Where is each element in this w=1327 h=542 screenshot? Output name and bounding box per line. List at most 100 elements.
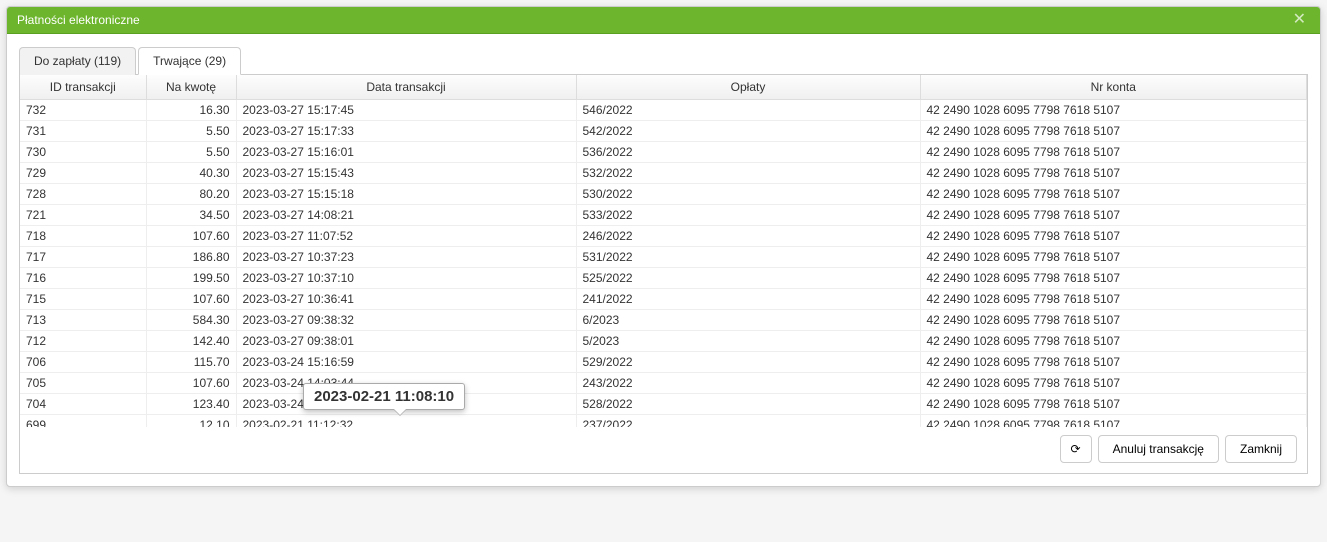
cell-account: 42 2490 1028 6095 7798 7618 5107 (920, 394, 1307, 415)
cell-amount: 123.40 (146, 394, 236, 415)
col-header-amount[interactable]: Na kwotę (146, 75, 236, 100)
transactions-grid[interactable]: ID transakcji Na kwotę Data transakcji O… (20, 75, 1307, 427)
tab-to-pay[interactable]: Do zapłaty (119) (19, 47, 136, 75)
cell-fees: 5/2023 (576, 331, 920, 352)
cell-id: 731 (20, 121, 146, 142)
cell-date: 2023-02-21 11:12:32 (236, 415, 576, 428)
cell-fees: 525/2022 (576, 268, 920, 289)
cell-account: 42 2490 1028 6095 7798 7618 5107 (920, 163, 1307, 184)
cell-id: 729 (20, 163, 146, 184)
cell-date: 2023-03-27 10:36:41 (236, 289, 576, 310)
footer-bar: ⟳ Anuluj transakcję Zamknij (20, 427, 1307, 467)
table-row[interactable]: 69912.102023-02-21 11:12:32237/202242 24… (20, 415, 1307, 428)
cell-date: 2023-03-27 15:17:33 (236, 121, 576, 142)
cell-amount: 16.30 (146, 100, 236, 121)
refresh-button[interactable]: ⟳ (1060, 435, 1092, 463)
close-icon[interactable]: ✕ (1289, 12, 1310, 28)
cancel-transaction-button[interactable]: Anuluj transakcję (1098, 435, 1219, 463)
grid-header-row: ID transakcji Na kwotę Data transakcji O… (20, 75, 1307, 100)
table-row[interactable]: 7305.502023-03-27 15:16:01536/202242 249… (20, 142, 1307, 163)
cell-account: 42 2490 1028 6095 7798 7618 5107 (920, 226, 1307, 247)
cell-date: 2023-03-27 15:15:43 (236, 163, 576, 184)
cell-amount: 107.60 (146, 373, 236, 394)
cell-date: 2023-03-27 14:08:21 (236, 205, 576, 226)
cell-amount: 115.70 (146, 352, 236, 373)
col-header-fees[interactable]: Opłaty (576, 75, 920, 100)
cell-account: 42 2490 1028 6095 7798 7618 5107 (920, 352, 1307, 373)
cell-account: 42 2490 1028 6095 7798 7618 5107 (920, 142, 1307, 163)
tab-ongoing[interactable]: Trwające (29) (138, 47, 241, 75)
cell-amount: 584.30 (146, 310, 236, 331)
table-row[interactable]: 705107.602023-03-24 14:03:44243/202242 2… (20, 373, 1307, 394)
cell-date: 2023-03-27 15:17:45 (236, 100, 576, 121)
table-row[interactable]: 706115.702023-03-24 15:16:59529/202242 2… (20, 352, 1307, 373)
cell-fees: 536/2022 (576, 142, 920, 163)
cell-account: 42 2490 1028 6095 7798 7618 5107 (920, 247, 1307, 268)
cell-fees: 528/2022 (576, 394, 920, 415)
window-content: Do zapłaty (119) Trwające (29) ID transa… (7, 34, 1320, 486)
cell-id: 718 (20, 226, 146, 247)
cell-id: 713 (20, 310, 146, 331)
cell-account: 42 2490 1028 6095 7798 7618 5107 (920, 373, 1307, 394)
cell-account: 42 2490 1028 6095 7798 7618 5107 (920, 121, 1307, 142)
table-row[interactable]: 715107.602023-03-27 10:36:41241/202242 2… (20, 289, 1307, 310)
window-title: Płatności elektroniczne (17, 13, 140, 27)
cell-date: 2023-03-27 10:37:23 (236, 247, 576, 268)
col-header-id[interactable]: ID transakcji (20, 75, 146, 100)
cell-id: 705 (20, 373, 146, 394)
table-row[interactable]: 72134.502023-03-27 14:08:21533/202242 24… (20, 205, 1307, 226)
col-header-account[interactable]: Nr konta (920, 75, 1307, 100)
cell-date: 2023-03-27 11:07:52 (236, 226, 576, 247)
table-row[interactable]: 704123.402023-03-24 14:01:58528/202242 2… (20, 394, 1307, 415)
cell-date: 2023-03-24 14:03:44 (236, 373, 576, 394)
cell-id: 706 (20, 352, 146, 373)
cell-id: 717 (20, 247, 146, 268)
cell-amount: 80.20 (146, 184, 236, 205)
cell-account: 42 2490 1028 6095 7798 7618 5107 (920, 310, 1307, 331)
table-row[interactable]: 713584.302023-03-27 09:38:326/202342 249… (20, 310, 1307, 331)
cell-fees: 241/2022 (576, 289, 920, 310)
cell-date: 2023-03-27 15:16:01 (236, 142, 576, 163)
cell-date: 2023-03-27 09:38:32 (236, 310, 576, 331)
table-row[interactable]: 73216.302023-03-27 15:17:45546/202242 24… (20, 100, 1307, 121)
cell-fees: 531/2022 (576, 247, 920, 268)
table-row[interactable]: 712142.402023-03-27 09:38:015/202342 249… (20, 331, 1307, 352)
cell-fees: 542/2022 (576, 121, 920, 142)
cell-account: 42 2490 1028 6095 7798 7618 5107 (920, 100, 1307, 121)
table-row[interactable]: 72880.202023-03-27 15:15:18530/202242 24… (20, 184, 1307, 205)
cell-amount: 12.10 (146, 415, 236, 428)
cell-amount: 40.30 (146, 163, 236, 184)
cell-amount: 5.50 (146, 142, 236, 163)
cell-account: 42 2490 1028 6095 7798 7618 5107 (920, 289, 1307, 310)
cell-account: 42 2490 1028 6095 7798 7618 5107 (920, 331, 1307, 352)
cell-fees: 6/2023 (576, 310, 920, 331)
cell-fees: 546/2022 (576, 100, 920, 121)
cell-id: 716 (20, 268, 146, 289)
close-button[interactable]: Zamknij (1225, 435, 1297, 463)
cell-amount: 107.60 (146, 226, 236, 247)
cell-fees: 237/2022 (576, 415, 920, 428)
cell-date: 2023-03-27 09:38:01 (236, 331, 576, 352)
cell-fees: 530/2022 (576, 184, 920, 205)
payments-window: Płatności elektroniczne ✕ Do zapłaty (11… (6, 6, 1321, 487)
table-row[interactable]: 72940.302023-03-27 15:15:43532/202242 24… (20, 163, 1307, 184)
cell-amount: 186.80 (146, 247, 236, 268)
cell-date: 2023-03-24 15:16:59 (236, 352, 576, 373)
table-row[interactable]: 718107.602023-03-27 11:07:52246/202242 2… (20, 226, 1307, 247)
refresh-icon: ⟳ (1071, 442, 1081, 456)
col-header-date[interactable]: Data transakcji (236, 75, 576, 100)
tab-strip: Do zapłaty (119) Trwające (29) (19, 46, 1308, 75)
table-row[interactable]: 7315.502023-03-27 15:17:33542/202242 249… (20, 121, 1307, 142)
cell-fees: 533/2022 (576, 205, 920, 226)
cell-id: 699 (20, 415, 146, 428)
table-row[interactable]: 716199.502023-03-27 10:37:10525/202242 2… (20, 268, 1307, 289)
cell-account: 42 2490 1028 6095 7798 7618 5107 (920, 184, 1307, 205)
cell-date: 2023-03-27 15:15:18 (236, 184, 576, 205)
table-row[interactable]: 717186.802023-03-27 10:37:23531/202242 2… (20, 247, 1307, 268)
titlebar[interactable]: Płatności elektroniczne ✕ (7, 7, 1320, 34)
cell-id: 704 (20, 394, 146, 415)
cell-id: 728 (20, 184, 146, 205)
cell-amount: 107.60 (146, 289, 236, 310)
cell-fees: 246/2022 (576, 226, 920, 247)
cell-amount: 34.50 (146, 205, 236, 226)
